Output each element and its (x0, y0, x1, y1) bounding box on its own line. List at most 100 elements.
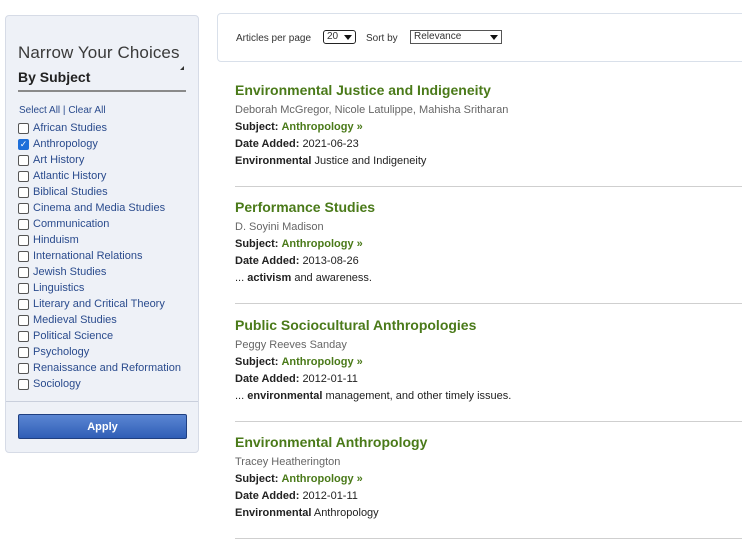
result-subject-line: Subject: Anthropology » (235, 121, 742, 133)
subject-checkbox[interactable] (18, 250, 29, 262)
select-all-link[interactable]: Select All (19, 105, 60, 116)
subject-item[interactable]: Linguistics (18, 280, 181, 296)
subject-item[interactable]: Biblical Studies (18, 184, 181, 200)
subject-item[interactable]: International Relations (18, 248, 181, 264)
subject-item[interactable]: Psychology (18, 344, 181, 360)
subject-label[interactable]: Art History (33, 154, 84, 166)
subject-checkbox[interactable] (18, 282, 29, 294)
subject-item[interactable]: Medieval Studies (18, 312, 181, 328)
clear-all-link[interactable]: Clear All (68, 105, 105, 116)
subject-item[interactable]: Renaissance and Reformation (18, 360, 181, 376)
subject-checkbox[interactable] (18, 170, 29, 182)
subject-checkbox[interactable] (18, 186, 29, 198)
subject-field-label: Subject: (235, 121, 279, 133)
subject-link[interactable]: Anthropology » (281, 121, 362, 133)
subject-item[interactable]: Atlantic History (18, 168, 181, 184)
result-subject-line: Subject: Anthropology » (235, 238, 742, 250)
subject-checkbox[interactable] (18, 154, 29, 166)
subject-label[interactable]: Psychology (33, 346, 89, 358)
snippet-prefix: ... (235, 390, 248, 402)
panel-title: Narrow Your Choices (18, 43, 180, 62)
result-authors: Tracey Heatherington (235, 456, 341, 468)
subject-checkbox[interactable] (18, 298, 29, 310)
subject-label[interactable]: International Relations (33, 250, 142, 262)
subject-item[interactable]: Cinema and Media Studies (18, 200, 181, 216)
subject-checkbox[interactable] (18, 218, 29, 230)
snippet-highlight: environmental (247, 390, 323, 402)
subject-checkbox[interactable] (18, 202, 29, 214)
subject-list: African Studies ✓ Anthropology Art Histor… (18, 120, 181, 392)
subject-checkbox[interactable] (18, 266, 29, 278)
date-value: 2012-01-11 (302, 373, 358, 385)
subject-item[interactable]: Political Science (18, 328, 181, 344)
subject-checkbox[interactable] (18, 330, 29, 342)
subject-label[interactable]: African Studies (33, 122, 107, 134)
collapse-icon[interactable] (180, 66, 184, 70)
result-item: Environmental Justice and Indigeneity De… (235, 82, 742, 167)
result-date-line: Date Added: 2012-01-11 (235, 373, 742, 385)
date-value: 2021-06-23 (302, 138, 359, 150)
subject-label[interactable]: Biblical Studies (33, 186, 108, 198)
link-separator: | (62, 105, 66, 116)
subject-label[interactable]: Cinema and Media Studies (33, 202, 165, 214)
subject-item[interactable]: ✓ Anthropology (18, 136, 181, 152)
date-value: 2012-01-11 (302, 490, 358, 502)
subject-checkbox[interactable] (18, 362, 29, 374)
result-snippet: ... environmental management, and other … (235, 390, 742, 402)
subject-field-label: Subject: (235, 356, 279, 368)
snippet-text: and awareness. (291, 272, 372, 284)
subject-field-label: Subject: (235, 473, 279, 485)
narrow-choices-panel: Narrow Your Choices By Subject Select Al… (5, 15, 199, 453)
subject-label[interactable]: Political Science (33, 330, 113, 342)
subject-checkbox[interactable] (18, 234, 29, 246)
sort-label: Sort by (366, 33, 398, 44)
result-title-link[interactable]: Public Sociocultural Anthropologies (235, 317, 742, 333)
subject-link[interactable]: Anthropology » (281, 473, 362, 485)
subject-link[interactable]: Anthropology » (281, 238, 362, 250)
by-subject-label: By Subject (18, 69, 91, 85)
subject-label[interactable]: Atlantic History (33, 170, 106, 182)
subject-item[interactable]: Communication (18, 216, 181, 232)
subject-checkbox[interactable] (18, 346, 29, 358)
apply-button[interactable]: Apply (18, 414, 187, 439)
subject-label[interactable]: Communication (33, 218, 109, 230)
subject-checkbox[interactable] (18, 378, 29, 390)
subject-label[interactable]: Renaissance and Reformation (33, 362, 181, 374)
date-field-label: Date Added: (235, 490, 300, 502)
per-page-select[interactable]: 20 (323, 30, 356, 44)
subject-label[interactable]: Medieval Studies (33, 314, 117, 326)
subject-label[interactable]: Jewish Studies (33, 266, 106, 278)
result-title-link[interactable]: Environmental Justice and Indigeneity (235, 82, 742, 98)
by-subject-header[interactable]: By Subject (18, 66, 186, 92)
result-title-link[interactable]: Performance Studies (235, 199, 742, 215)
subject-checkbox[interactable]: ✓ (18, 138, 29, 150)
subject-item[interactable]: Art History (18, 152, 181, 168)
result-date-line: Date Added: 2021-06-23 (235, 138, 742, 150)
date-value: 2013-08-26 (302, 255, 359, 267)
panel-divider (6, 401, 198, 402)
chevron-down-icon (490, 35, 498, 40)
subject-item[interactable]: Jewish Studies (18, 264, 181, 280)
subject-label[interactable]: Sociology (33, 378, 81, 390)
subject-checkbox[interactable] (18, 314, 29, 326)
date-field-label: Date Added: (235, 373, 300, 385)
result-snippet: Environmental Justice and Indigeneity (235, 155, 742, 167)
date-field-label: Date Added: (235, 138, 300, 150)
subject-checkbox[interactable] (18, 122, 29, 134)
subject-link[interactable]: Anthropology » (281, 356, 362, 368)
result-title-link[interactable]: Environmental Anthropology (235, 434, 742, 450)
subject-item[interactable]: Hinduism (18, 232, 181, 248)
sort-select[interactable]: Relevance (410, 30, 502, 44)
subject-field-label: Subject: (235, 238, 279, 250)
subject-label[interactable]: Hinduism (33, 234, 79, 246)
subject-label[interactable]: Linguistics (33, 282, 84, 294)
subject-item[interactable]: Literary and Critical Theory (18, 296, 181, 312)
subject-item[interactable]: African Studies (18, 120, 181, 136)
snippet-highlight: Environmental (235, 155, 312, 167)
subject-label[interactable]: Anthropology (33, 138, 98, 150)
result-date-line: Date Added: 2012-01-11 (235, 490, 742, 502)
per-page-value: 20 (327, 31, 339, 42)
result-subject-line: Subject: Anthropology » (235, 356, 742, 368)
subject-item[interactable]: Sociology (18, 376, 181, 392)
subject-label[interactable]: Literary and Critical Theory (33, 298, 165, 310)
